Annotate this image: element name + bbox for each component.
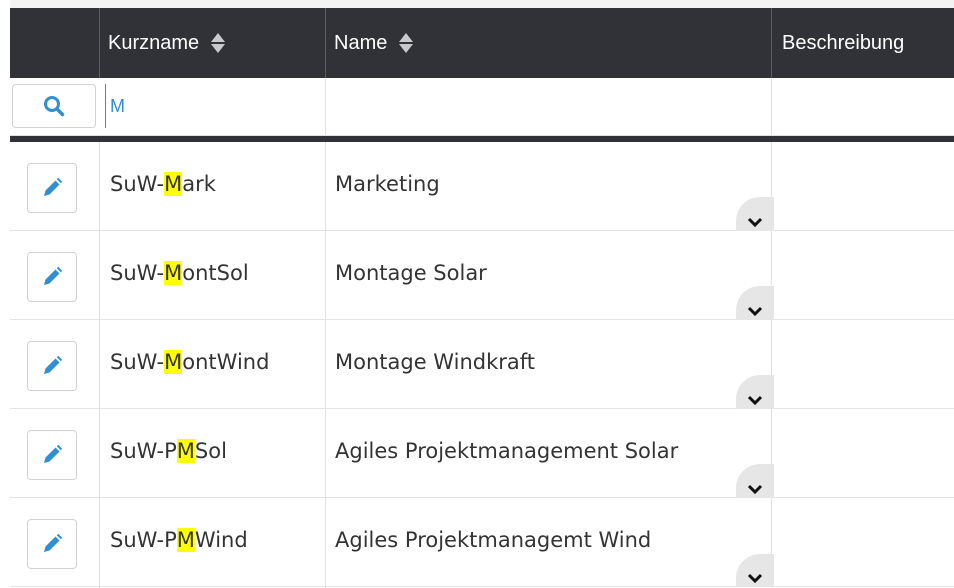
search-match-highlight: M [164, 261, 183, 285]
header-name[interactable]: Name [326, 8, 771, 78]
header-kurzname[interactable]: Kurzname [100, 8, 325, 78]
chevron-down-icon [747, 573, 763, 584]
name-cell: Agiles Projektmanagemt Wind [335, 528, 652, 552]
edit-button[interactable] [27, 430, 77, 480]
table-row: SuW-MontSol Montage Solar [10, 231, 954, 320]
chevron-down-icon [747, 306, 763, 317]
chevron-down-icon [747, 217, 763, 228]
data-grid: Kurzname Name Beschreibung M SuW-Mark Ma… [10, 0, 954, 588]
header-actions-cell [10, 8, 99, 78]
kurzname-filter-input[interactable]: M [105, 84, 125, 128]
search-match-highlight: M [164, 172, 183, 196]
search-match-highlight: M [164, 350, 183, 374]
name-cell: Montage Windkraft [335, 350, 536, 374]
table-row: SuW-Mark Marketing [10, 142, 954, 231]
expand-button[interactable] [736, 464, 774, 498]
chevron-down-icon [747, 484, 763, 495]
search-match-highlight: M [176, 439, 195, 463]
edit-button[interactable] [27, 163, 77, 213]
table-row: SuW-PMWind Agiles Projektmanagemt Wind [10, 498, 954, 587]
edit-button[interactable] [27, 341, 77, 391]
expand-button[interactable] [736, 375, 774, 409]
pencil-icon [44, 177, 63, 196]
kurzname-cell: SuW-PMWind [110, 528, 248, 552]
search-button[interactable] [12, 84, 96, 128]
filter-row [10, 78, 954, 136]
pencil-icon [44, 355, 63, 374]
grid-top-strip [10, 0, 954, 8]
edit-button[interactable] [27, 519, 77, 569]
search-match-highlight: M [176, 528, 195, 552]
header-name-label: Name [334, 31, 388, 54]
grid-header: Kurzname Name Beschreibung [10, 8, 954, 78]
sort-icon[interactable] [399, 32, 414, 54]
expand-button[interactable] [736, 554, 774, 587]
kurzname-cell: SuW-Mark [110, 172, 216, 196]
pencil-icon [44, 533, 63, 552]
kurzname-cell: SuW-PMSol [110, 439, 227, 463]
name-cell: Agiles Projektmanagement Solar [335, 439, 679, 463]
name-cell: Marketing [335, 172, 440, 196]
magnifier-icon [44, 96, 65, 117]
header-beschreibung[interactable]: Beschreibung [772, 8, 954, 78]
filter-separator [771, 78, 772, 136]
pencil-icon [44, 444, 63, 463]
header-beschreibung-label: Beschreibung [782, 31, 905, 54]
filter-separator [325, 78, 326, 136]
pencil-icon [44, 266, 63, 285]
chevron-down-icon [747, 395, 763, 406]
sort-icon[interactable] [211, 32, 226, 54]
name-cell: Montage Solar [335, 261, 487, 285]
edit-button[interactable] [27, 252, 77, 302]
kurzname-cell: SuW-MontWind [110, 350, 270, 374]
table-row: SuW-PMSol Agiles Projektmanagement Solar [10, 409, 954, 498]
expand-button[interactable] [736, 286, 774, 320]
expand-button[interactable] [736, 197, 774, 231]
table-row: SuW-MontWind Montage Windkraft [10, 320, 954, 409]
kurzname-cell: SuW-MontSol [110, 261, 249, 285]
header-kurzname-label: Kurzname [108, 31, 200, 54]
